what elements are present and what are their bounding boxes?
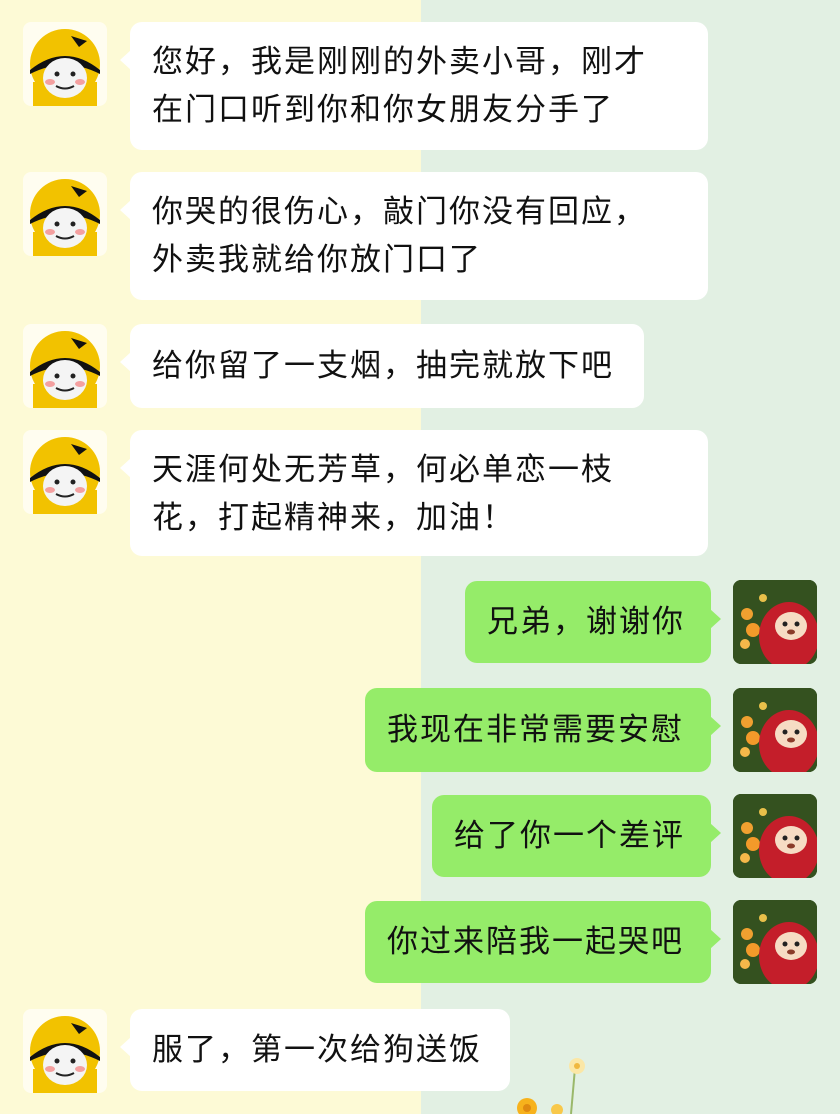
courier-helmet-avatar-icon [30, 29, 100, 106]
message-bubble-incoming[interactable]: 天涯何处无芳草，何必单恋一枝 花，打起精神来，加油！ [120, 430, 708, 556]
courier-helmet-avatar-icon [30, 1016, 100, 1093]
message-bubble-outgoing[interactable]: 给了你一个差评 [432, 795, 721, 877]
red-teletubby-avatar-icon [733, 580, 817, 664]
message-bubble-incoming[interactable]: 给你留了一支烟，抽完就放下吧 [120, 324, 644, 408]
courier-avatar[interactable] [23, 22, 107, 106]
my-avatar[interactable] [733, 794, 817, 878]
flower-decoration-icon [517, 1058, 585, 1114]
courier-helmet-avatar-icon [30, 437, 100, 514]
message-bubble-incoming[interactable]: 你哭的很伤心，敲门你没有回应， 外卖我就给你放门口了 [120, 172, 708, 300]
message-bubble-incoming[interactable]: 服了，第一次给狗送饭 [120, 1009, 510, 1091]
message-bubble-outgoing[interactable]: 我现在非常需要安慰 [365, 688, 721, 772]
my-avatar[interactable] [733, 688, 817, 772]
my-avatar[interactable] [733, 900, 817, 984]
courier-avatar[interactable] [23, 172, 107, 256]
courier-avatar[interactable] [23, 430, 107, 514]
courier-avatar[interactable] [23, 1009, 107, 1093]
my-avatar[interactable] [733, 580, 817, 664]
red-teletubby-avatar-icon [733, 794, 817, 878]
message-bubble-outgoing[interactable]: 兄弟，谢谢你 [465, 581, 721, 663]
courier-avatar[interactable] [23, 324, 107, 408]
red-teletubby-avatar-icon [733, 900, 817, 984]
background-left [0, 0, 421, 1114]
message-bubble-outgoing[interactable]: 你过来陪我一起哭吧 [365, 901, 721, 983]
courier-helmet-avatar-icon [30, 331, 100, 408]
courier-helmet-avatar-icon [30, 179, 100, 256]
red-teletubby-avatar-icon [733, 688, 817, 772]
message-bubble-incoming[interactable]: 您好，我是刚刚的外卖小哥，刚才 在门口听到你和你女朋友分手了 [120, 22, 708, 150]
